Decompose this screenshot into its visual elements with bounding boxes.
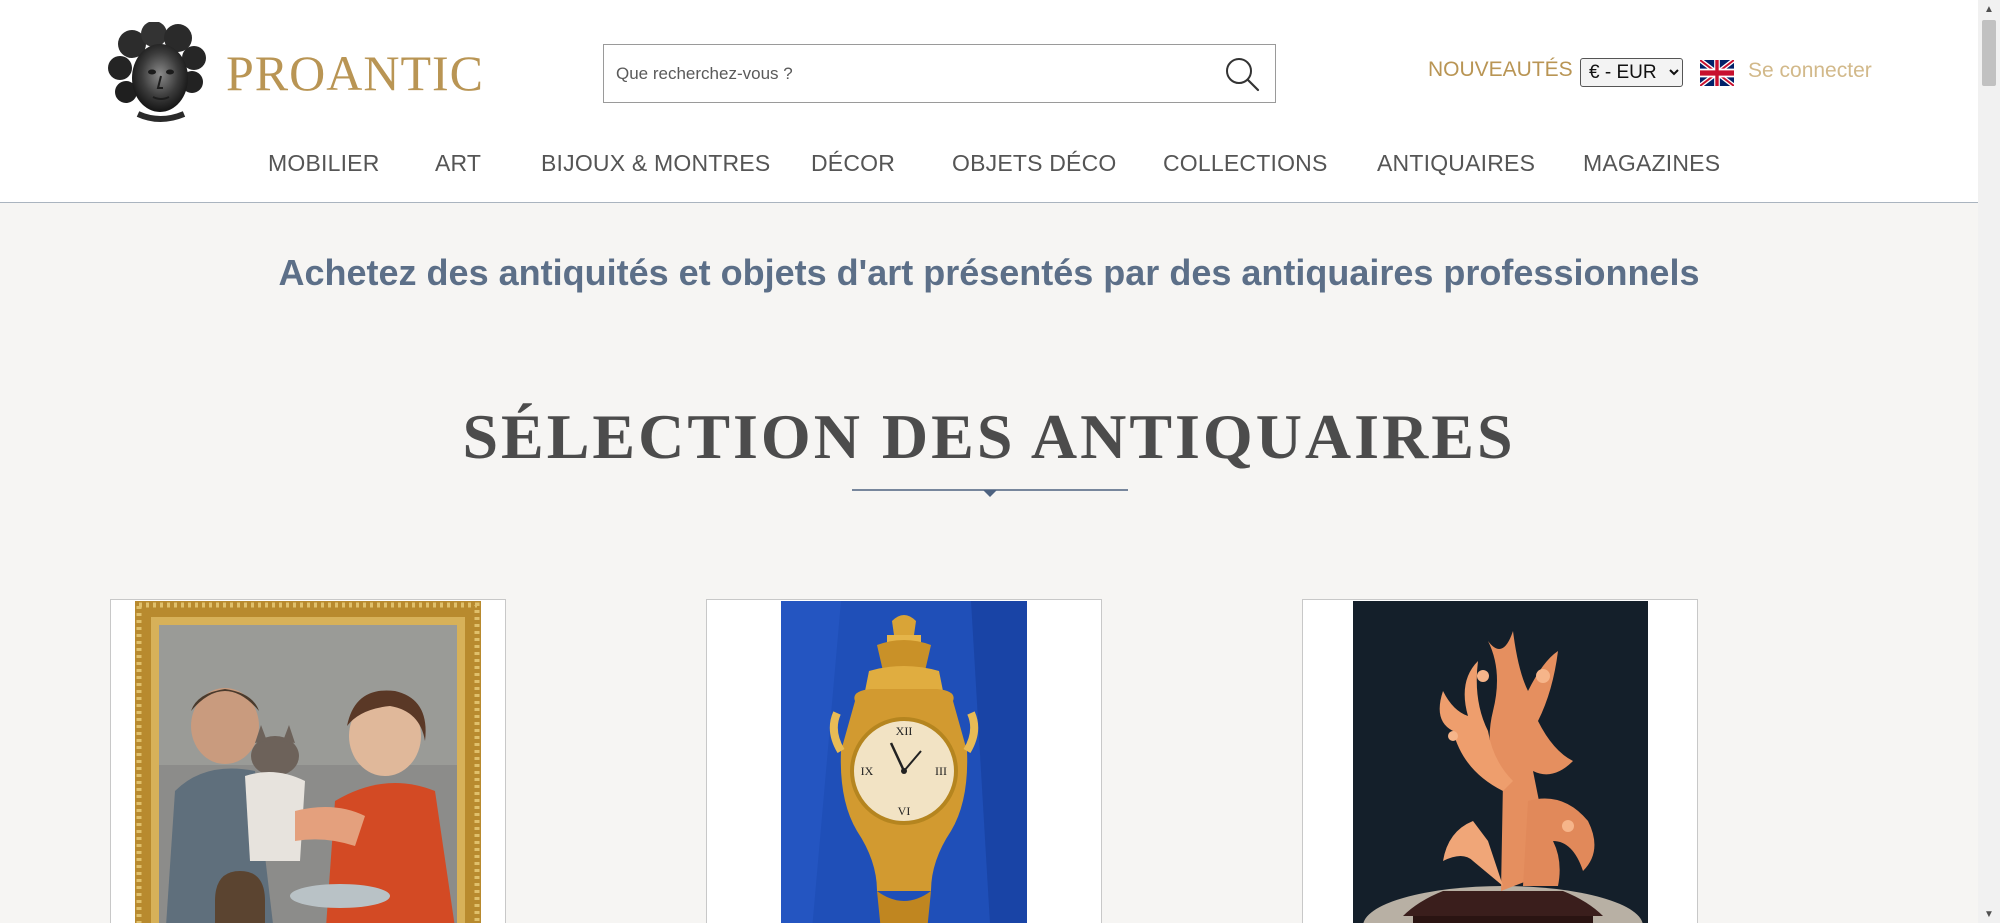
nav-item-mobilier[interactable]: MOBILIER [268, 150, 380, 177]
scrollbar-thumb[interactable] [1982, 20, 1996, 86]
nav-item-art[interactable]: ART [435, 150, 481, 177]
product-card[interactable]: XII III VI IX [706, 599, 1102, 923]
scroll-down-arrow-icon[interactable]: ▼ [1978, 905, 2000, 923]
site-header: PROANTIC NOUVEAUTÉS € - EUR Se connecter… [0, 0, 1978, 203]
logo-link[interactable]: PROANTIC [108, 20, 488, 126]
product-image-coral[interactable] [1353, 601, 1648, 923]
nav-item-collections[interactable]: COLLECTIONS [1163, 150, 1328, 177]
logo-bust-icon [108, 22, 206, 122]
svg-text:III: III [935, 764, 947, 778]
section-title: SÉLECTION DES ANTIQUAIRES [462, 401, 1516, 472]
product-card[interactable] [110, 599, 506, 923]
product-image-clock[interactable]: XII III VI IX [781, 601, 1027, 923]
search-bar [603, 44, 1276, 103]
nav-item-bijoux-montres[interactable]: BIJOUX & MONTRES [541, 150, 770, 177]
main-nav: MOBILIER ART BIJOUX & MONTRES DÉCOR OBJE… [0, 142, 1978, 186]
brand-name: PROANTIC [226, 45, 485, 101]
nav-item-antiquaires[interactable]: ANTIQUAIRES [1377, 150, 1535, 177]
product-image-painting[interactable] [135, 601, 481, 923]
nav-item-magazines[interactable]: MAGAZINES [1583, 150, 1720, 177]
scroll-up-arrow-icon[interactable]: ▲ [1978, 0, 2000, 18]
section-divider [852, 489, 1128, 497]
svg-text:XII: XII [896, 724, 913, 738]
product-card[interactable] [1302, 599, 1698, 923]
nav-item-decor[interactable]: DÉCOR [811, 150, 895, 177]
page-tagline: Achetez des antiquités et objets d'art p… [278, 252, 1700, 293]
page-scrollbar[interactable]: ▲ ▼ [1978, 0, 2000, 923]
uk-flag-icon[interactable] [1700, 60, 1734, 86]
currency-select[interactable]: € - EUR [1580, 58, 1683, 87]
nav-item-objets-deco[interactable]: OBJETS DÉCO [952, 150, 1117, 177]
search-icon [1226, 58, 1260, 92]
search-input[interactable] [616, 45, 1206, 102]
new-arrivals-link[interactable]: NOUVEAUTÉS [1428, 58, 1573, 82]
svg-text:VI: VI [898, 804, 911, 818]
svg-text:IX: IX [861, 764, 874, 778]
login-link[interactable]: Se connecter [1748, 59, 1872, 83]
search-button[interactable] [1223, 55, 1261, 93]
